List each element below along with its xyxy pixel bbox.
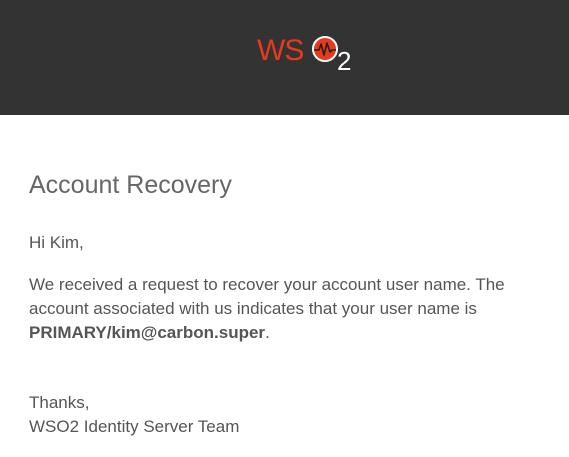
svg-text:2: 2 <box>337 46 351 72</box>
message-period: . <box>265 323 270 342</box>
signoff-text: Thanks, <box>29 393 90 412</box>
recovered-username: PRIMARY/kim@carbon.super <box>29 323 266 342</box>
email-header: WS 2 <box>0 0 569 115</box>
greeting-text: Hi Kim, <box>29 233 84 252</box>
message-text: We received a request to recover your ac… <box>29 275 505 318</box>
wso2-logo: WS 2 <box>257 34 351 72</box>
signature: Thanks, WSO2 Identity Server Team <box>29 391 239 439</box>
recovery-message: We received a request to recover your ac… <box>29 273 544 345</box>
svg-text:WS: WS <box>257 34 303 67</box>
team-name: WSO2 Identity Server Team <box>29 417 240 436</box>
email-title: Account Recovery <box>29 171 232 199</box>
